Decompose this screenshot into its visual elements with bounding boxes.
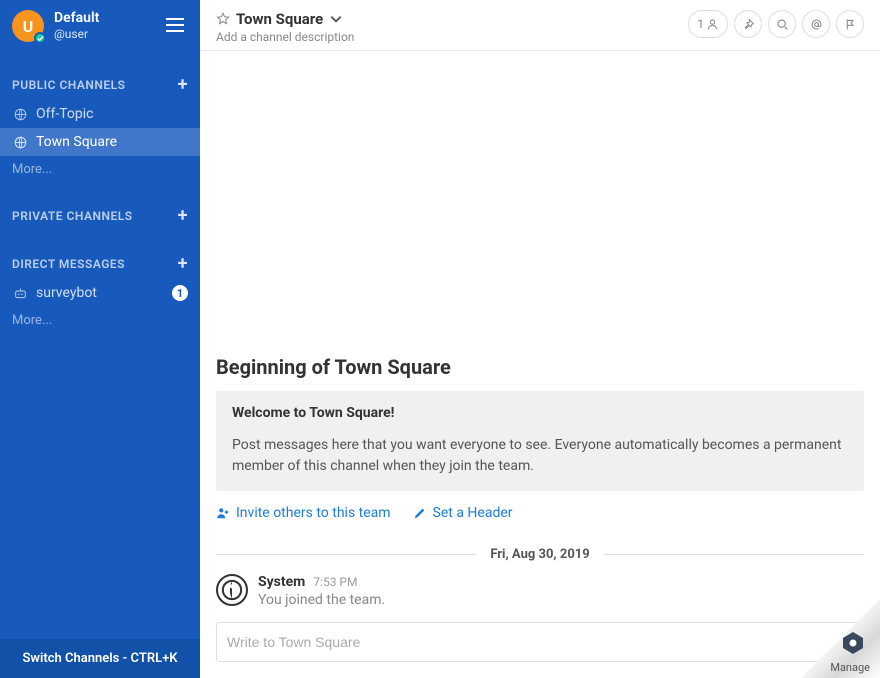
- private-channels-header: PRIVATE CHANNELS +: [0, 201, 200, 231]
- top-bar-actions: 1: [688, 10, 864, 38]
- set-header-link[interactable]: Set a Header: [413, 505, 513, 521]
- system-post: System 7:53 PM You joined the team.: [216, 574, 864, 608]
- direct-messages-title: DIRECT MESSAGES: [12, 257, 125, 271]
- post-user: System: [258, 574, 305, 590]
- status-online-icon: [34, 32, 46, 44]
- star-icon: [216, 12, 230, 26]
- channel-top-bar: Town Square Add a channel description 1: [200, 0, 880, 51]
- pencil-icon: [413, 506, 427, 520]
- hex-icon: [840, 630, 866, 656]
- system-avatar-icon: [216, 574, 248, 606]
- add-public-channel-button[interactable]: +: [178, 78, 188, 92]
- sidebar-channel-off-topic[interactable]: Off-Topic: [0, 100, 200, 128]
- welcome-text: Post messages here that you want everyon…: [232, 435, 848, 477]
- post-rest: joined the team.: [285, 592, 385, 608]
- team-avatar: U: [12, 10, 44, 42]
- at-icon: [810, 18, 823, 31]
- post-prefix: You: [258, 592, 285, 608]
- member-count: 1: [697, 17, 704, 31]
- bot-icon: [12, 287, 28, 300]
- compose-box[interactable]: [216, 622, 864, 662]
- post-message: You joined the team.: [258, 592, 385, 608]
- channel-description-placeholder[interactable]: Add a channel description: [216, 30, 354, 44]
- flagged-button[interactable]: [836, 10, 864, 38]
- pin-icon: [742, 18, 755, 31]
- channel-title-button[interactable]: Town Square: [216, 10, 354, 28]
- post-header: System 7:53 PM: [258, 574, 385, 590]
- direct-more-link[interactable]: More...: [0, 307, 200, 334]
- private-channels-title: PRIVATE CHANNELS: [12, 209, 133, 223]
- switch-channels-button[interactable]: Switch Channels - CTRL+K: [0, 639, 200, 678]
- sidebar-channel-town-square[interactable]: Town Square: [0, 128, 200, 156]
- invite-others-link[interactable]: Invite others to this team: [216, 505, 391, 521]
- globe-icon: [12, 108, 28, 121]
- invite-label: Invite others to this team: [236, 505, 391, 521]
- main-area: Town Square Add a channel description 1: [200, 0, 880, 678]
- channel-label: Off-Topic: [36, 106, 94, 122]
- sidebar-dm-surveybot[interactable]: surveybot 1: [0, 279, 200, 307]
- members-button[interactable]: 1: [688, 10, 728, 38]
- intro-action-links: Invite others to this team Set a Header: [216, 505, 864, 521]
- public-more-link[interactable]: More...: [0, 156, 200, 183]
- channel-content: Beginning of Town Square Welcome to Town…: [200, 51, 880, 622]
- sidebar: U Default @user PUBLIC CHANNELS + Off-To…: [0, 0, 200, 678]
- unread-badge: 1: [172, 285, 188, 301]
- team-header[interactable]: U Default @user: [0, 0, 200, 52]
- channel-name: Town Square: [236, 10, 323, 28]
- pinned-button[interactable]: [734, 10, 762, 38]
- invite-icon: [216, 506, 230, 520]
- add-private-channel-button[interactable]: +: [178, 209, 188, 223]
- direct-messages-header: DIRECT MESSAGES +: [0, 249, 200, 279]
- compose-input[interactable]: [227, 634, 853, 650]
- flag-icon: [844, 18, 857, 31]
- team-name: Default: [54, 10, 162, 27]
- date-label: Fri, Aug 30, 2019: [476, 547, 603, 562]
- add-direct-message-button[interactable]: +: [178, 257, 188, 271]
- channel-label: Town Square: [36, 134, 117, 150]
- channel-beginning-heading: Beginning of Town Square: [216, 355, 864, 379]
- welcome-box: Welcome to Town Square! Post messages he…: [216, 391, 864, 491]
- manage-label: Manage: [830, 661, 870, 674]
- set-header-label: Set a Header: [433, 505, 513, 521]
- public-channels-title: PUBLIC CHANNELS: [12, 78, 125, 92]
- welcome-title: Welcome to Town Square!: [232, 405, 848, 421]
- user-handle: @user: [54, 27, 162, 41]
- globe-icon: [12, 136, 28, 149]
- search-icon: [776, 18, 789, 31]
- team-initial: U: [23, 17, 34, 36]
- team-info: Default @user: [54, 10, 162, 41]
- dm-label: surveybot: [36, 285, 97, 301]
- person-icon: [706, 18, 719, 31]
- mentions-button[interactable]: [802, 10, 830, 38]
- search-button[interactable]: [768, 10, 796, 38]
- public-channels-header: PUBLIC CHANNELS +: [0, 70, 200, 100]
- channel-title-block: Town Square Add a channel description: [216, 10, 354, 44]
- post-time: 7:53 PM: [313, 575, 357, 589]
- chevron-down-icon: [329, 12, 343, 26]
- post-body: System 7:53 PM You joined the team.: [258, 574, 385, 608]
- date-divider: Fri, Aug 30, 2019: [216, 547, 864, 562]
- manage-corner-button[interactable]: Manage: [802, 600, 880, 678]
- main-menu-button[interactable]: [162, 13, 188, 40]
